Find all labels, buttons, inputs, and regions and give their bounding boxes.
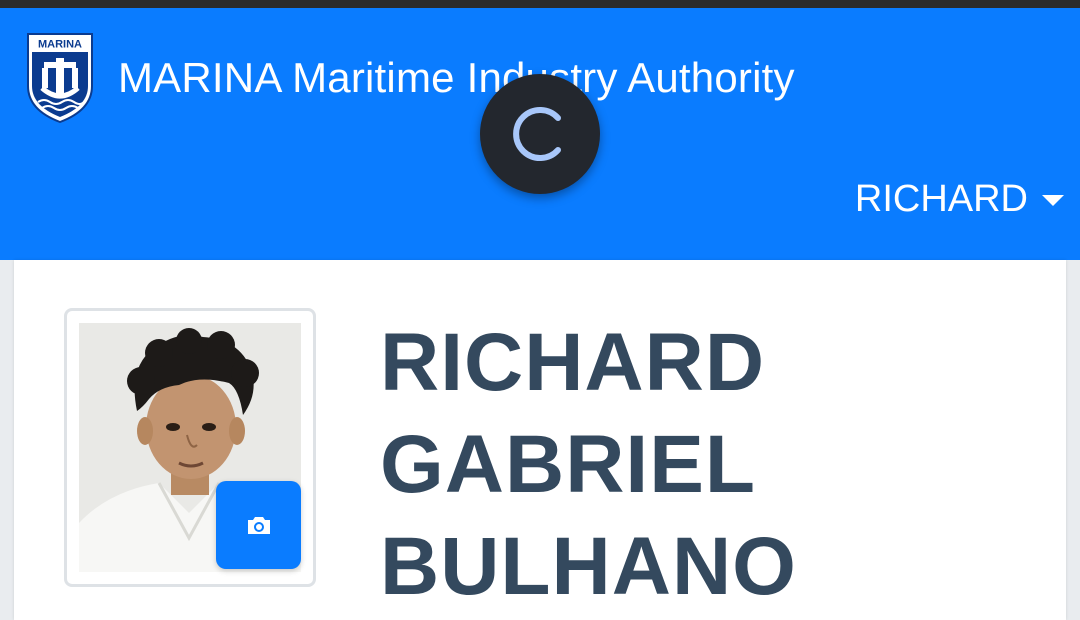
loading-spinner	[480, 74, 600, 194]
name-line-last: BULHANO	[380, 521, 797, 612]
name-line-middle: GABRIEL	[380, 419, 756, 510]
top-status-strip	[0, 0, 1080, 8]
caret-down-icon	[1042, 195, 1064, 206]
marina-logo[interactable]: MARINA	[26, 32, 94, 124]
user-menu-label: RICHARD	[854, 178, 1028, 220]
svg-text:MARINA: MARINA	[38, 39, 82, 51]
change-photo-button[interactable]	[216, 481, 301, 569]
profile-card: RICHARD GABRIEL BULHANO	[14, 260, 1066, 620]
user-menu-dropdown[interactable]: RICHARD	[855, 178, 1064, 221]
app-title[interactable]: MARINA Maritime Industry Authority	[118, 54, 795, 102]
profile-full-name: RICHARD GABRIEL BULHANO	[380, 312, 797, 618]
name-line-first: RICHARD	[380, 317, 766, 408]
camera-icon	[247, 517, 270, 534]
loading-spinner-icon	[513, 107, 561, 161]
